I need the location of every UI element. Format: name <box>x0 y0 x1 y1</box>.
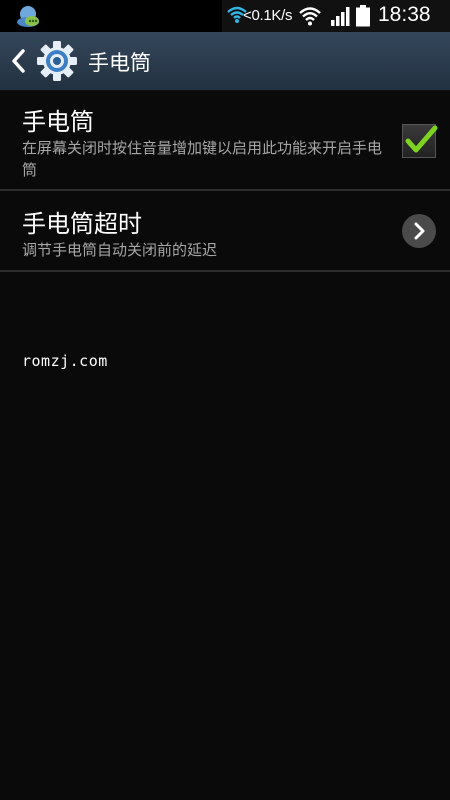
setting-summary: 在屏幕关闭时按住音量增加键以启用此功能来开启手电筒 <box>22 139 383 179</box>
setting-title: 手电筒超时 <box>22 210 142 238</box>
watermark-text: romzj.com <box>22 352 108 370</box>
wifi-icon <box>299 7 321 26</box>
gear-icon[interactable] <box>36 40 78 82</box>
status-bar: <0.1K/s 18:38 <box>0 0 450 32</box>
chat-notification-icon <box>17 6 39 27</box>
divider <box>0 270 450 272</box>
back-chevron-icon[interactable] <box>6 46 32 76</box>
action-bar: 手电筒 <box>0 32 450 91</box>
screen: <0.1K/s 18:38 手电筒 手电筒 在屏幕关闭时按住音量增加键以启用此功… <box>0 0 450 800</box>
checkmark-icon <box>405 125 438 153</box>
chevron-right-icon <box>414 222 425 240</box>
clock: 18:38 <box>378 3 431 26</box>
setting-item-flashlight-timeout[interactable]: 手电筒超时 调节手电筒自动关闭前的延迟 <box>0 191 450 271</box>
setting-summary: 调节手电筒自动关闭前的延迟 <box>22 241 218 259</box>
network-speed: <0.1K/s <box>243 7 293 24</box>
setting-item-flashlight[interactable]: 手电筒 在屏幕关闭时按住音量增加键以启用此功能来开启手电筒 <box>0 90 450 190</box>
flashlight-checkbox[interactable] <box>402 124 438 158</box>
page-title: 手电筒 <box>88 51 151 75</box>
timeout-open-button[interactable] <box>402 214 436 248</box>
battery-icon <box>356 5 370 27</box>
setting-title: 手电筒 <box>22 108 94 136</box>
signal-icon <box>331 7 350 26</box>
